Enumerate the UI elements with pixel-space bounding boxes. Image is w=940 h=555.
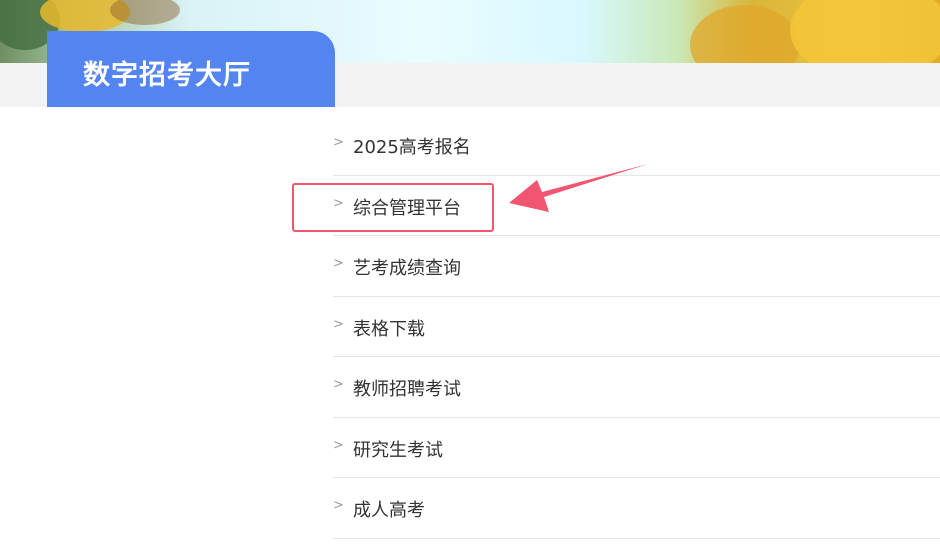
menu-item-graduate-exam[interactable]: > 研究生考试 [333,418,940,478]
chevron-right-icon: > [333,437,344,453]
chevron-right-icon: > [333,377,344,392]
menu-item-label[interactable]: 表格下载 [353,315,425,341]
pointer-arrow-icon [509,164,648,212]
chevron-right-icon: > [333,256,344,271]
menu-item-label[interactable]: 艺考成绩查询 [353,254,461,280]
menu-item-form-download[interactable]: > 表格下载 [333,297,940,357]
menu-item-label[interactable]: 成人高考 [353,496,425,522]
menu-item-label[interactable]: 教师招聘考试 [353,375,461,401]
page-title: 数字招考大厅 [47,31,335,107]
menu-item-teacher-recruitment[interactable]: > 教师招聘考试 [333,357,940,418]
menu-item-adult-college-exam[interactable]: > 成人高考 [333,478,940,539]
chevron-right-icon: > [333,135,344,150]
chevron-right-icon: > [333,498,344,513]
menu-item-label[interactable]: 研究生考试 [353,436,443,462]
highlight-box [292,183,494,232]
menu-item-label[interactable]: 2025高考报名 [353,133,471,159]
chevron-right-icon: > [333,316,344,332]
foliage-decoration [790,0,940,63]
menu-item-art-exam-results[interactable]: > 艺考成绩查询 [333,236,940,297]
foliage-decoration [690,5,800,63]
